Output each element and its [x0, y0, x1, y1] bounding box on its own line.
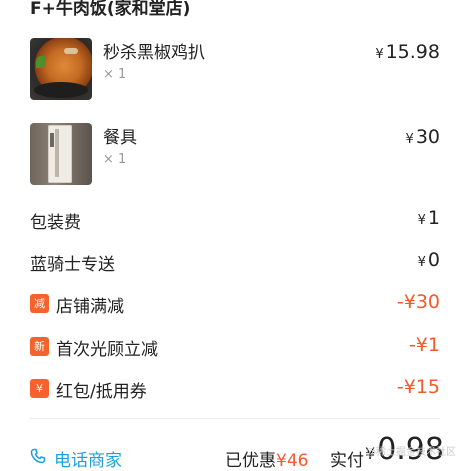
- currency-symbol: ¥: [375, 47, 384, 62]
- utensil-stripe: [55, 129, 59, 177]
- utensil-print: [50, 133, 54, 147]
- currency-symbol: ¥: [417, 255, 426, 270]
- discount-badge: 新: [30, 337, 49, 356]
- plate: [34, 82, 88, 98]
- discount-value: -¥15: [396, 376, 440, 398]
- item-price-value: 30: [415, 126, 440, 148]
- packaging-fee-label: 包装费: [30, 213, 81, 233]
- garnish-leaf: [36, 56, 46, 68]
- discount-label: 首次光顾立减: [56, 340, 158, 360]
- discount-value: -¥30: [396, 291, 440, 313]
- packaging-fee-amount: 1: [427, 207, 440, 229]
- phone-icon[interactable]: [30, 448, 46, 464]
- call-merchant-link[interactable]: 电话商家: [54, 446, 122, 471]
- discount-row-new-customer: 新 首次光顾立减 -¥1: [30, 334, 440, 360]
- item-price-value: 15.98: [385, 41, 440, 63]
- watermark: @稀土掘金技术社区: [366, 447, 456, 458]
- delivery-fee-value: ¥0: [418, 249, 440, 271]
- packaging-fee-value: ¥1: [418, 207, 440, 229]
- currency-symbol: ¥: [405, 132, 414, 147]
- delivery-row: 蓝骑士专送 ¥0: [30, 249, 440, 275]
- order-item: 秒杀黑椒鸡扒 × 1 ¥15.98: [30, 38, 440, 102]
- discount-value: -¥1: [408, 334, 440, 356]
- discount-label: 店铺满减: [56, 297, 124, 317]
- packaging-fee-row: 包装费 ¥1: [30, 207, 440, 233]
- order-item: 餐具 × 1 ¥30: [30, 123, 440, 187]
- discount-badge: 减: [30, 294, 49, 313]
- item-price: ¥30: [406, 126, 440, 148]
- saved-summary: 已优惠¥46: [225, 446, 308, 471]
- discount-row-store: 减 店铺满减 -¥30: [30, 291, 440, 317]
- saved-label: 已优惠: [225, 451, 276, 471]
- item-name: 餐具: [103, 128, 137, 148]
- delivery-fee-amount: 0: [427, 249, 440, 271]
- item-quantity: × 1: [103, 67, 127, 82]
- item-price: ¥15.98: [375, 41, 440, 63]
- item-quantity: × 1: [103, 152, 127, 167]
- shop-title: F+牛肉饭(家和堂店): [30, 0, 191, 19]
- paid-label: 实付: [330, 451, 364, 471]
- item-image: [30, 123, 92, 185]
- discount-row-coupon: ¥ 红包/抵用券 -¥15: [30, 376, 440, 402]
- item-name: 秒杀黑椒鸡扒: [103, 43, 205, 63]
- divider: [30, 418, 440, 419]
- saved-amount: ¥46: [276, 451, 309, 471]
- item-image: [30, 38, 92, 100]
- delivery-label: 蓝骑士专送: [30, 255, 115, 275]
- currency-symbol: ¥: [417, 213, 426, 228]
- discount-badge: ¥: [30, 379, 49, 398]
- discount-label: 红包/抵用券: [56, 382, 147, 402]
- garnish: [64, 48, 78, 54]
